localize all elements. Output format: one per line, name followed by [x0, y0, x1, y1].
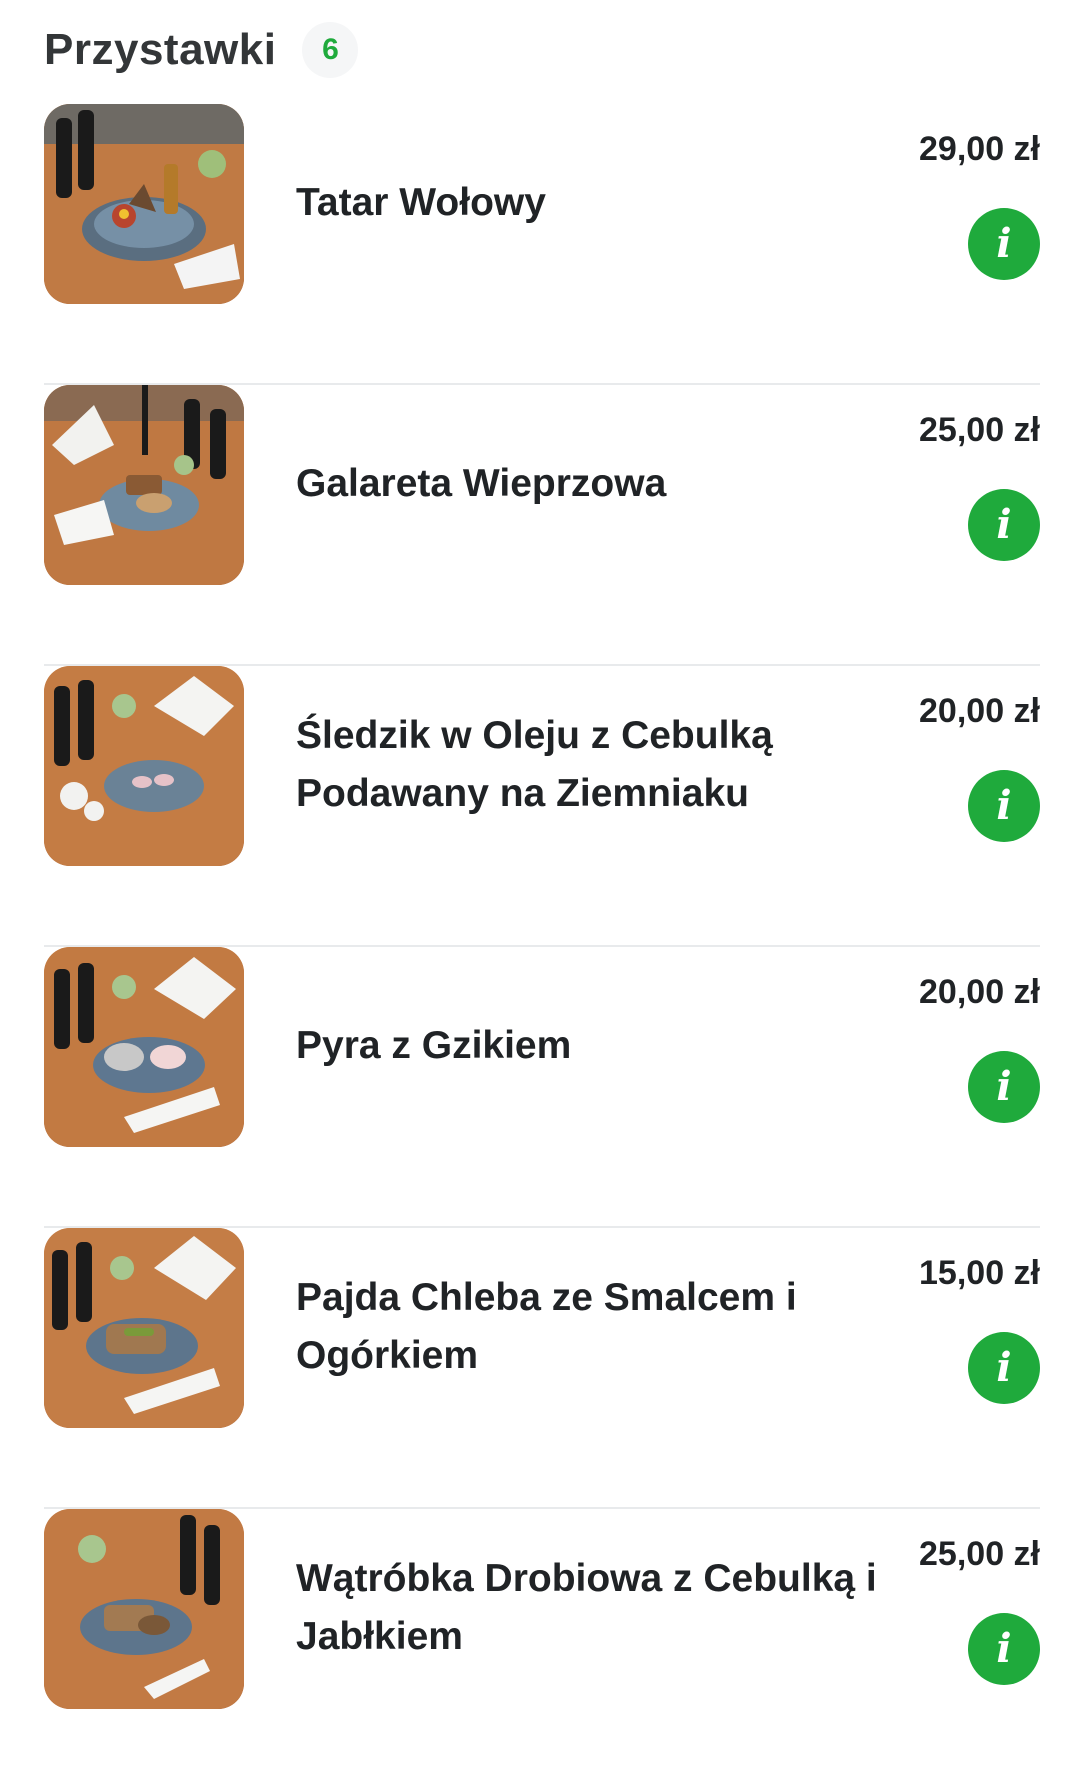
dish-photo[interactable] — [44, 385, 244, 585]
info-icon: i — [996, 1625, 1012, 1672]
menu-item[interactable]: Galareta Wieprzowa 25,00 zł i — [44, 385, 1040, 666]
dish-name: Galareta Wieprzowa — [296, 462, 667, 505]
menu-item-list: Tatar Wołowy 29,00 zł i Galareta Wieprzo… — [44, 104, 1040, 1790]
dish-photo[interactable] — [44, 947, 244, 1147]
dish-price: 20,00 zł — [919, 973, 1040, 1011]
info-button[interactable]: i — [968, 1332, 1040, 1404]
info-icon: i — [996, 782, 1012, 829]
dish-name: Pyra z Gzikiem — [296, 1024, 572, 1067]
info-icon: i — [996, 501, 1012, 548]
item-count-badge: 6 — [302, 22, 359, 78]
dish-name: Wątróbka Drobiowa z Cebulką i Jabłkiem — [296, 1557, 877, 1658]
dish-name: Śledzik w Oleju z Cebulką Podawany na Zi… — [296, 714, 773, 815]
info-icon: i — [996, 1344, 1012, 1391]
menu-item[interactable]: Pajda Chleba ze Smalcem i Ogórkiem 15,00… — [44, 1228, 1040, 1509]
dish-photo[interactable] — [44, 1509, 244, 1709]
info-button[interactable]: i — [968, 208, 1040, 280]
info-button[interactable]: i — [968, 489, 1040, 561]
dish-photo[interactable] — [44, 104, 244, 304]
info-icon: i — [996, 1063, 1012, 1110]
dish-photo[interactable] — [44, 666, 244, 866]
info-button[interactable]: i — [968, 770, 1040, 842]
menu-item[interactable]: Śledzik w Oleju z Cebulką Podawany na Zi… — [44, 666, 1040, 947]
dish-name: Tatar Wołowy — [296, 181, 546, 224]
info-icon: i — [996, 220, 1012, 267]
menu-item[interactable]: Pyra z Gzikiem 20,00 zł i — [44, 947, 1040, 1228]
dish-price: 29,00 zł — [919, 130, 1040, 168]
dish-price: 20,00 zł — [919, 692, 1040, 730]
info-button[interactable]: i — [968, 1051, 1040, 1123]
menu-item[interactable]: Tatar Wołowy 29,00 zł i — [44, 104, 1040, 385]
dish-price: 15,00 zł — [919, 1254, 1040, 1292]
dish-price: 25,00 zł — [919, 1535, 1040, 1573]
section-header: Przystawki 6 — [44, 18, 359, 82]
dish-photo[interactable] — [44, 1228, 244, 1428]
info-button[interactable]: i — [968, 1613, 1040, 1685]
dish-price: 25,00 zł — [919, 411, 1040, 449]
dish-name: Pajda Chleba ze Smalcem i Ogórkiem — [296, 1276, 797, 1377]
menu-item[interactable]: Wątróbka Drobiowa z Cebulką i Jabłkiem 2… — [44, 1509, 1040, 1790]
section-title: Przystawki — [44, 25, 277, 74]
